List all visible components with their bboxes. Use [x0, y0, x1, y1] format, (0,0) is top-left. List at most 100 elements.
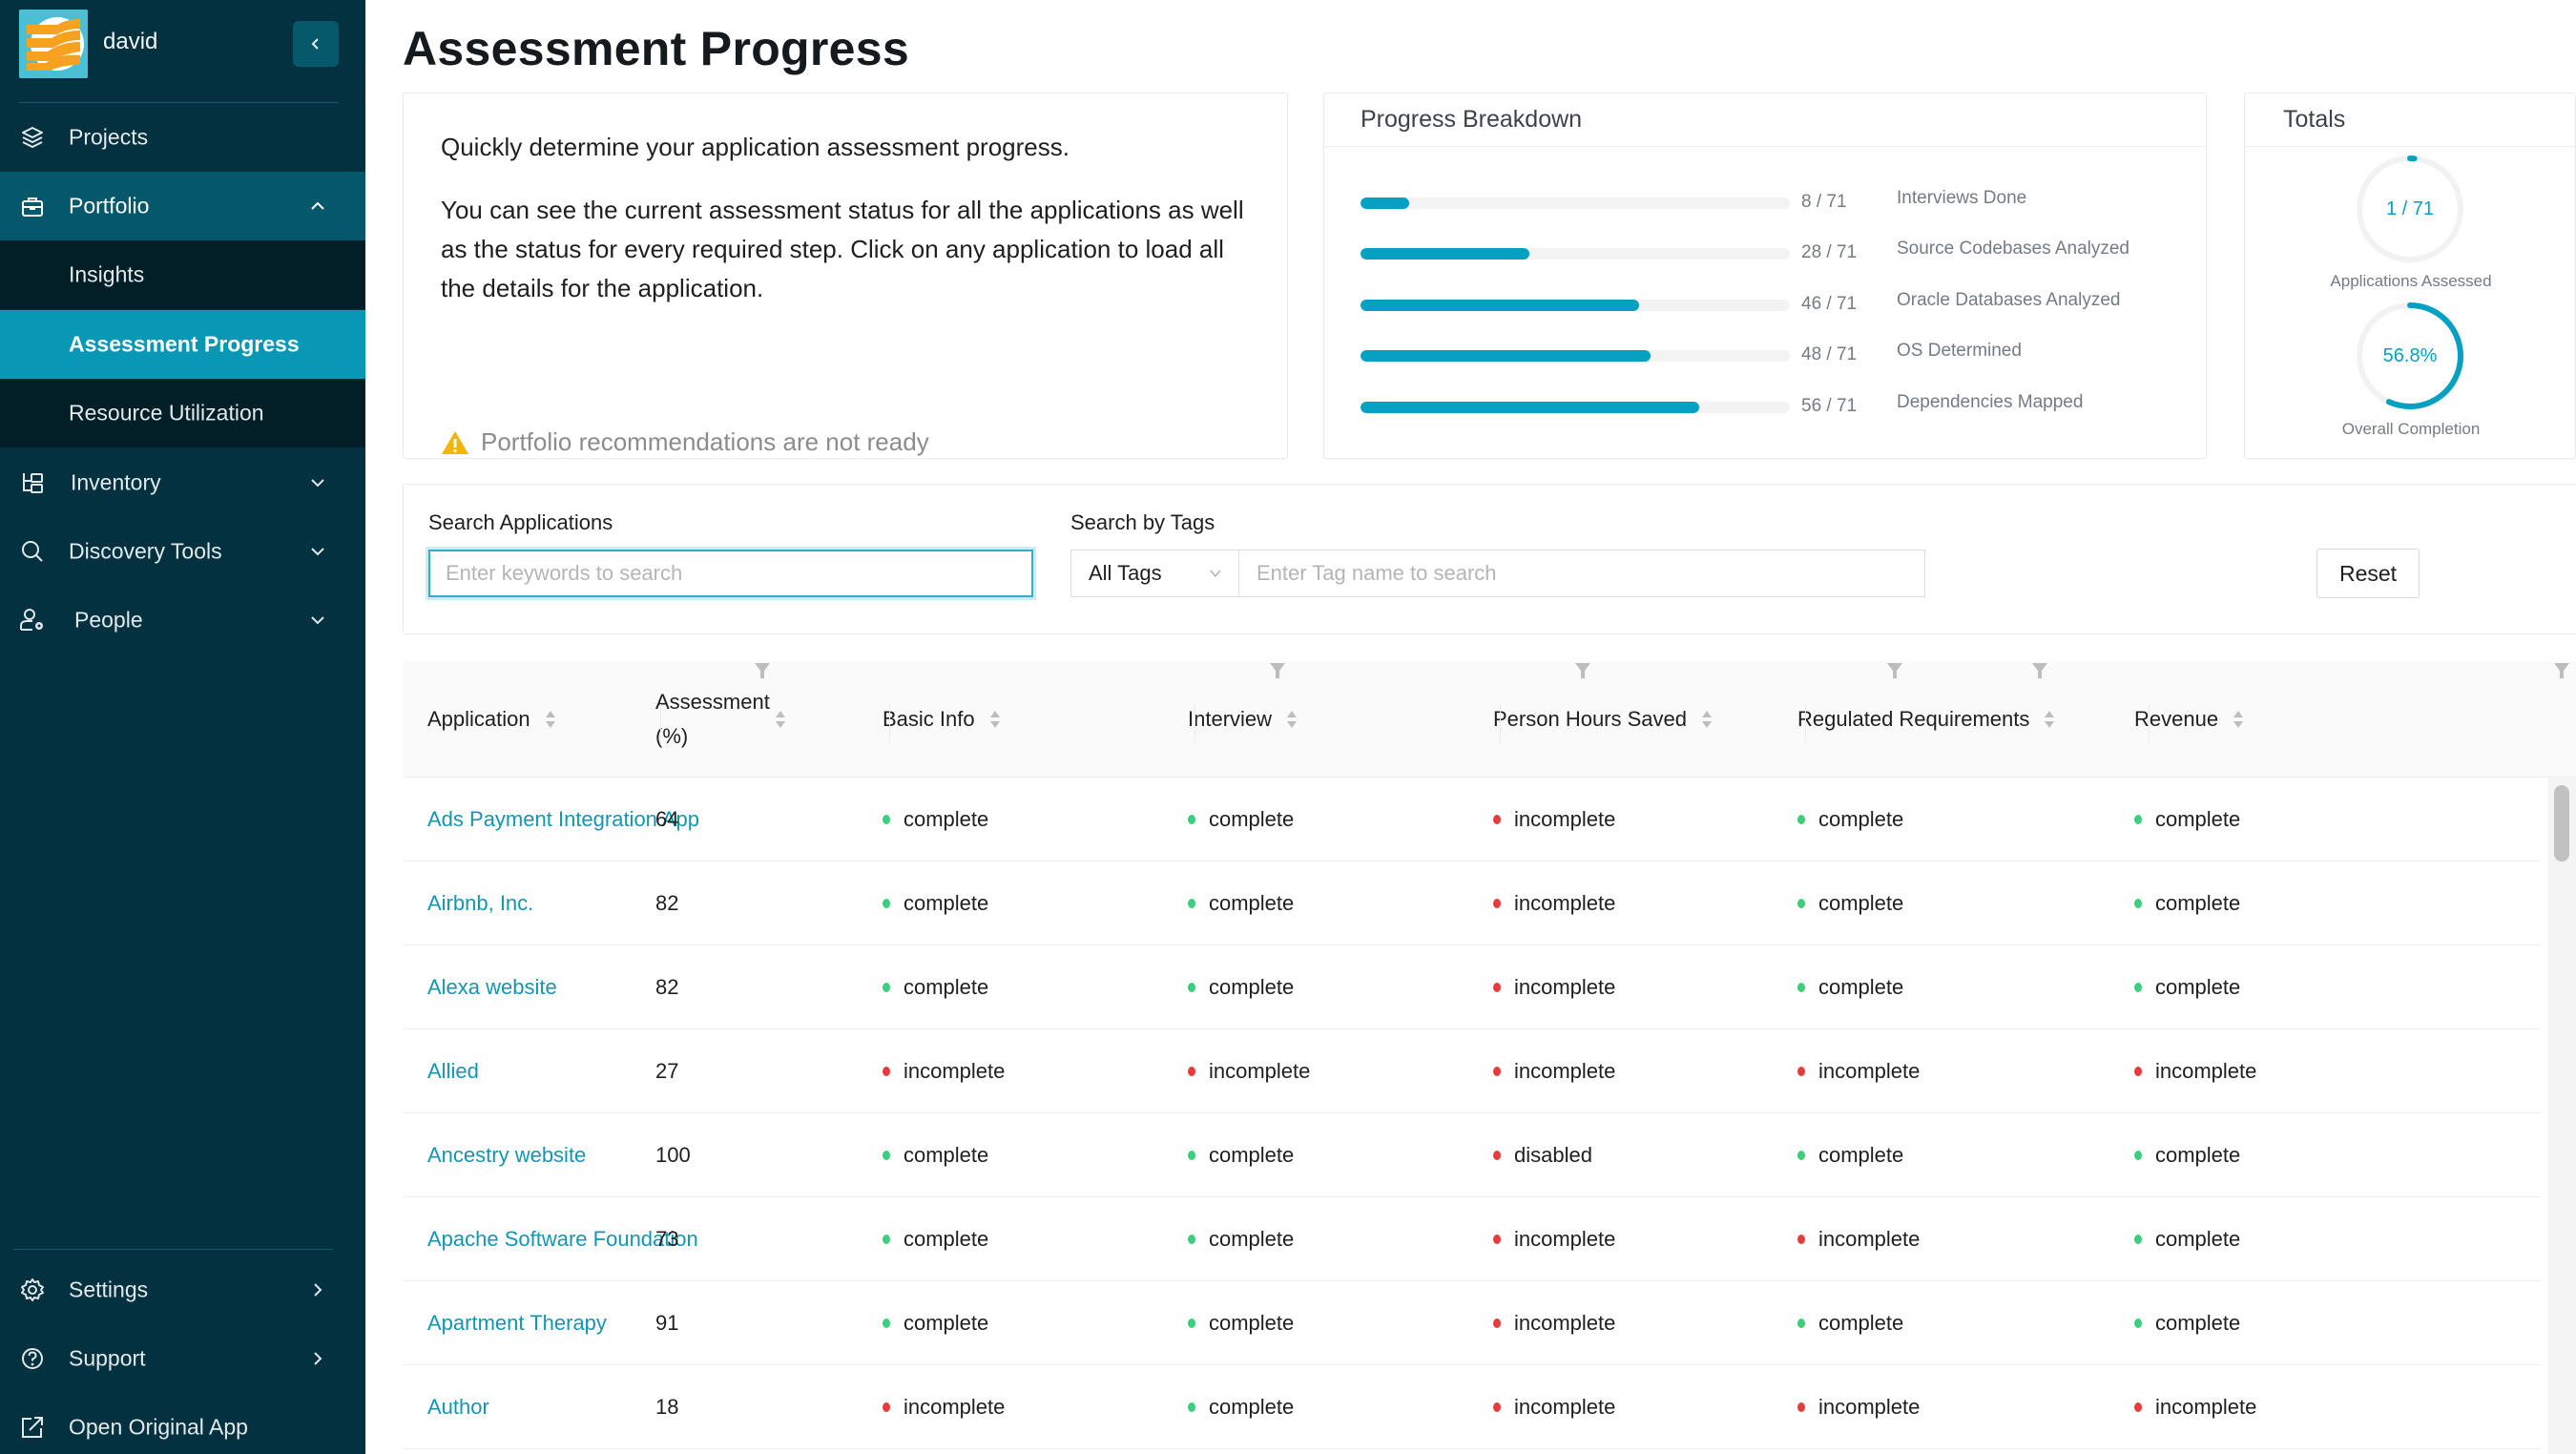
- assessment-percent: 73: [655, 1227, 679, 1251]
- cell-regulated: incomplete: [1797, 1197, 1920, 1281]
- sidebar-item-people[interactable]: People: [0, 586, 365, 654]
- cell-app[interactable]: Apartment Therapy: [427, 1281, 607, 1365]
- sort-icon[interactable]: [1700, 708, 1714, 731]
- status-dot-icon: [1797, 1319, 1805, 1328]
- cell-interview: complete: [1188, 862, 1294, 945]
- progress-label: Source Codebases Analyzed: [1897, 239, 2129, 259]
- cell-app[interactable]: Author: [427, 1365, 489, 1449]
- application-link[interactable]: Ancestry website: [427, 1143, 586, 1168]
- cell-interview: complete: [1188, 945, 1294, 1029]
- status-text: incomplete: [1818, 1227, 1921, 1251]
- cell-basic-info: complete: [883, 862, 988, 945]
- table-row[interactable]: Ads Payment Integration App 64 complete com…: [403, 778, 2540, 862]
- table-row[interactable]: Ancestry website 100 complete complete disab…: [403, 1113, 2540, 1197]
- application-link[interactable]: Author: [427, 1395, 489, 1420]
- application-link[interactable]: Allied: [427, 1059, 479, 1084]
- column-header-person-hours[interactable]: Person Hours Saved: [1493, 661, 1714, 778]
- status-dot-icon: [1797, 815, 1805, 824]
- sort-icon[interactable]: [2043, 708, 2056, 731]
- column-header-revenue[interactable]: Revenue: [2134, 661, 2245, 778]
- application-link[interactable]: Alexa website: [427, 975, 557, 1000]
- overall-completion-ring: 56.8%: [2356, 301, 2464, 410]
- progress-label: Oracle Databases Analyzed: [1897, 290, 2121, 310]
- sidebar-item-inventory[interactable]: Inventory: [0, 448, 365, 517]
- status-text: complete: [1209, 1311, 1295, 1335]
- sort-icon[interactable]: [544, 708, 557, 731]
- sidebar-item-assessment-progress[interactable]: Assessment Progress: [0, 310, 365, 379]
- sidebar-item-open-original-app[interactable]: Open Original App: [0, 1393, 365, 1454]
- tag-category-select[interactable]: All Tags: [1071, 550, 1239, 596]
- table-scrollbar[interactable]: [2548, 778, 2576, 1454]
- status-text: incomplete: [904, 1395, 1006, 1419]
- column-header-basic-info[interactable]: Basic Info: [883, 661, 1002, 778]
- status-dot-icon: [1493, 983, 1501, 992]
- sidebar-item-settings[interactable]: Settings: [0, 1256, 365, 1324]
- cell-assessment: 18: [655, 1365, 678, 1449]
- sidebar-item-discovery-tools[interactable]: Discovery Tools: [0, 517, 365, 586]
- cell-app[interactable]: Alexa website: [427, 945, 557, 1029]
- status-text: complete: [1818, 1143, 1904, 1167]
- status-text: complete: [1818, 975, 1904, 999]
- column-header-app[interactable]: Application: [427, 661, 557, 778]
- status-text: incomplete: [1209, 1059, 1311, 1083]
- table-row[interactable]: Author 18 incomplete complete incomplete inco…: [403, 1365, 2540, 1449]
- table-row[interactable]: Apache Software Foundation 73 complete comp…: [403, 1197, 2540, 1281]
- sidebar-item-label: Support: [69, 1345, 146, 1371]
- cell-basic-info: complete: [883, 778, 988, 862]
- sidebar-item-portfolio[interactable]: Portfolio: [0, 172, 365, 240]
- people-settings-icon: [19, 607, 46, 634]
- sort-icon[interactable]: [774, 708, 787, 731]
- table-row[interactable]: Alexa website 82 complete complete incomplet…: [403, 945, 2540, 1029]
- status-dot-icon: [883, 1402, 890, 1412]
- column-header-label: Basic Info: [883, 707, 975, 731]
- cell-person-hours: incomplete: [1493, 1281, 1615, 1365]
- progress-row: 48 / 71 OS Determined: [1361, 341, 2181, 379]
- column-header-assessment[interactable]: Assessment (%): [655, 661, 787, 778]
- cell-app[interactable]: Ancestry website: [427, 1113, 586, 1197]
- scrollbar-thumb[interactable]: [2554, 785, 2569, 862]
- assessment-percent: 91: [655, 1311, 679, 1335]
- search-applications-input[interactable]: [428, 550, 1033, 597]
- sidebar-item-projects[interactable]: Projects: [0, 103, 365, 172]
- cell-person-hours: incomplete: [1493, 862, 1615, 945]
- cell-person-hours: incomplete: [1493, 1197, 1615, 1281]
- application-link[interactable]: Apartment Therapy: [427, 1311, 607, 1336]
- external-link-icon: [19, 1414, 46, 1441]
- cell-regulated: complete: [1797, 862, 1903, 945]
- cell-app[interactable]: Allied: [427, 1029, 479, 1113]
- cell-basic-info: complete: [883, 1113, 988, 1197]
- progress-track: [1361, 248, 1790, 260]
- filter-icon[interactable]: [2553, 661, 2570, 680]
- filter-icon[interactable]: [2031, 661, 2048, 680]
- table-row[interactable]: Allied 27 incomplete incomplete incomplete in…: [403, 1029, 2540, 1113]
- table-row[interactable]: Apartment Therapy 91 complete complete incom…: [403, 1281, 2540, 1365]
- assessment-percent: 82: [655, 891, 679, 915]
- sort-icon[interactable]: [1285, 708, 1298, 731]
- sidebar-item-resource-utilization[interactable]: Resource Utilization: [0, 379, 365, 447]
- search-tags-input[interactable]: [1239, 550, 1924, 596]
- collapse-sidebar-button[interactable]: [293, 21, 339, 67]
- column-header-interview[interactable]: Interview: [1188, 661, 1298, 778]
- sidebar-item-insights[interactable]: Insights: [0, 240, 365, 309]
- status-dot-icon: [1493, 1402, 1501, 1412]
- briefcase-icon: [19, 193, 46, 219]
- status-text: complete: [904, 891, 989, 915]
- status-dot-icon: [1797, 1151, 1805, 1160]
- sort-icon[interactable]: [988, 708, 1002, 731]
- cell-app[interactable]: Airbnb, Inc.: [427, 862, 533, 945]
- status-dot-icon: [883, 983, 890, 992]
- status-dot-icon: [1188, 983, 1195, 992]
- status-dot-icon: [883, 1151, 890, 1160]
- reset-button[interactable]: Reset: [2316, 549, 2420, 598]
- search-tags-label: Search by Tags: [1070, 510, 1215, 534]
- sidebar-item-support[interactable]: Support: [0, 1324, 365, 1393]
- sort-icon[interactable]: [2232, 708, 2245, 731]
- status-dot-icon: [883, 1235, 890, 1244]
- status-text: incomplete: [904, 1059, 1006, 1083]
- progress-track: [1361, 350, 1790, 362]
- cell-regulated: complete: [1797, 1281, 1903, 1365]
- column-header-regulated[interactable]: Regulated Requirements: [1797, 661, 2056, 778]
- table-row[interactable]: Airbnb, Inc. 82 complete complete incomplete…: [403, 862, 2540, 945]
- application-link[interactable]: Airbnb, Inc.: [427, 891, 533, 916]
- status-dot-icon: [2134, 1402, 2142, 1412]
